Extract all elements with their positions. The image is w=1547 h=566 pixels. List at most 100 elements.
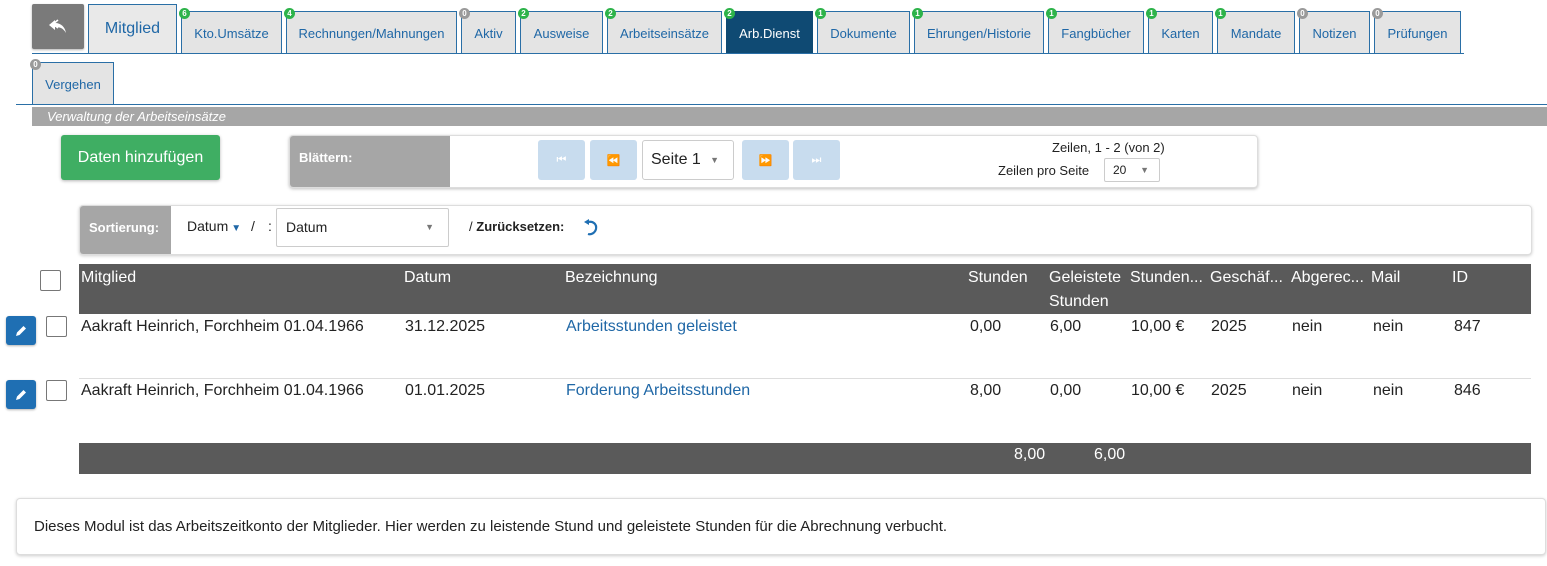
tab-badge: 0 xyxy=(1297,8,1308,19)
reset-icon[interactable] xyxy=(583,219,599,237)
sort-separator: / xyxy=(251,218,255,234)
sort-select[interactable]: Datum ▼ xyxy=(276,208,449,247)
sort-field[interactable]: Datum ▼ xyxy=(187,218,241,234)
chevron-down-icon: ▼ xyxy=(1140,165,1149,175)
tab-label: Vergehen xyxy=(45,76,101,92)
tab-mandate[interactable]: 1 Mandate xyxy=(1215,8,1295,54)
tab-label: Kto.Umsätze xyxy=(194,25,269,41)
tab-badge: 6 xyxy=(179,8,190,19)
tab-arb-dienst[interactable]: 2 Arb.Dienst xyxy=(724,8,813,54)
tab-badge: 2 xyxy=(605,8,616,19)
next-page-button[interactable]: ⏩ xyxy=(742,140,789,180)
tab-label: Aktiv xyxy=(474,25,503,41)
tab-ehrungen-historie[interactable]: 1 Ehrungen/Historie xyxy=(912,8,1044,54)
tab-karten[interactable]: 1 Karten xyxy=(1146,8,1213,54)
column-header-bezeichnung[interactable]: Bezeichnung xyxy=(565,266,658,290)
tab-badge: 1 xyxy=(815,8,826,19)
rows-count: Zeilen, 1 - 2 (von 2) xyxy=(1052,140,1165,155)
total-stunden: 8,00 xyxy=(1014,446,1046,463)
table-totals: 8,00 6,00 xyxy=(79,443,1531,474)
previous-page-button[interactable]: ⏪ xyxy=(590,140,637,180)
tab-pruefungen[interactable]: 0 Prüfungen xyxy=(1372,8,1461,54)
chevron-down-icon: ▼ xyxy=(710,155,719,165)
tab-badge: 2 xyxy=(518,8,529,19)
column-header-stundensatz[interactable]: Stunden... xyxy=(1130,266,1203,290)
cell-abgerechnet: nein xyxy=(1292,382,1323,399)
cell-id: 846 xyxy=(1454,382,1481,399)
column-header-mail[interactable]: Mail xyxy=(1371,266,1400,290)
sort-desc-icon: ▼ xyxy=(231,223,242,234)
tab-badge: 1 xyxy=(1146,8,1157,19)
edit-row-button[interactable] xyxy=(6,380,36,409)
column-header-line: Geleistete xyxy=(1049,269,1122,286)
cell-stunden: 8,00 xyxy=(970,382,1002,399)
pagination-bar: Blättern: ⏮ ⏪ Seite 1 ▼ ⏩ ⏭ Zeilen, 1 - … xyxy=(289,135,1258,188)
column-header-datum[interactable]: Datum xyxy=(404,266,451,290)
cell-abgerechnet: nein xyxy=(1292,318,1323,335)
tab-mitglied[interactable]: Mitglied xyxy=(88,4,177,53)
add-data-button[interactable]: Daten hinzufügen xyxy=(61,135,220,180)
rows-per-page-select[interactable]: 20 ▼ xyxy=(1104,158,1160,182)
rows-per-page-label: Zeilen pro Seite xyxy=(998,163,1090,178)
page-select[interactable]: Seite 1 ▼ xyxy=(642,140,734,180)
tab-dokumente[interactable]: 1 Dokumente xyxy=(815,8,910,54)
column-header-mitglied[interactable]: Mitglied xyxy=(81,266,136,290)
tab-label: Rechnungen/Mahnungen xyxy=(298,25,445,41)
tab-notizen[interactable]: 0 Notizen xyxy=(1297,8,1370,54)
tab-label: Fangbücher xyxy=(1061,25,1131,41)
reply-icon xyxy=(49,18,66,33)
reset-label: / Zurücksetzen: xyxy=(469,219,564,234)
tab-label: Mitglied xyxy=(104,20,161,37)
tab-rechnungen-mahnungen[interactable]: 4 Rechnungen/Mahnungen xyxy=(284,8,457,54)
fast-forward-icon: ⏩ xyxy=(758,154,773,167)
last-page-button[interactable]: ⏭ xyxy=(793,140,840,180)
tab-aktiv[interactable]: 0 Aktiv xyxy=(459,8,516,54)
column-header-id[interactable]: ID xyxy=(1452,266,1468,290)
back-button[interactable] xyxy=(32,4,84,49)
cell-geschaeftsjahr: 2025 xyxy=(1211,318,1247,335)
cell-mitglied: Aakraft Heinrich, Forchheim 01.04.1966 xyxy=(81,318,364,335)
cell-geleistete: 6,00 xyxy=(1050,318,1082,335)
rewind-icon: ⏪ xyxy=(606,154,621,167)
cell-mail: nein xyxy=(1373,318,1404,335)
cell-bezeichnung-link[interactable]: Forderung Arbeitsstunden xyxy=(566,382,750,400)
rows-per-page-value: 20 xyxy=(1113,163,1127,177)
row-checkbox[interactable] xyxy=(46,316,67,337)
column-header-geschaeftsjahr[interactable]: Geschäf... xyxy=(1210,266,1283,290)
sort-label: Sortierung: xyxy=(80,206,171,254)
column-header-abgerechnet[interactable]: Abgerec... xyxy=(1291,266,1364,290)
first-page-button[interactable]: ⏮ xyxy=(538,140,585,180)
tab-ausweise[interactable]: 2 Ausweise xyxy=(518,8,603,54)
pencil-icon xyxy=(16,325,26,336)
tab-label: Mandate xyxy=(1230,25,1282,41)
chevron-down-icon: ▼ xyxy=(425,222,434,232)
tab-badge: 1 xyxy=(1215,8,1226,19)
sort-bar: Sortierung: Datum ▼ / : Datum ▼ / Zurücks… xyxy=(79,205,1532,255)
tab-label: Ehrungen/Historie xyxy=(926,25,1032,41)
cell-bezeichnung-link[interactable]: Arbeitsstunden geleistet xyxy=(566,318,737,336)
table-row[interactable]: Aakraft Heinrich, Forchheim 01.04.1966 3… xyxy=(79,314,1531,378)
reset-text: Zurücksetzen: xyxy=(476,219,565,234)
select-all-checkbox[interactable] xyxy=(40,270,61,291)
column-header-geleistete[interactable]: Geleistete Stunden xyxy=(1049,266,1121,314)
tab-label: Dokumente xyxy=(830,25,897,41)
cell-stunden: 0,00 xyxy=(970,318,1002,335)
edit-row-button[interactable] xyxy=(6,316,36,345)
pagination-label: Blättern: xyxy=(290,136,450,187)
tab-label: Notizen xyxy=(1312,25,1357,41)
page-select-value: Seite 1 xyxy=(651,151,701,168)
tab-kto-umsaetze[interactable]: 6 Kto.Umsätze xyxy=(179,8,282,54)
tab-badge: 0 xyxy=(30,59,41,70)
tab-badge: 0 xyxy=(459,8,470,19)
cell-id: 847 xyxy=(1454,318,1481,335)
tab-vergehen[interactable]: 0 Vergehen xyxy=(30,59,114,105)
cell-geschaeftsjahr: 2025 xyxy=(1211,382,1247,399)
tab-arbeitseinsaetze[interactable]: 2 Arbeitseinsätze xyxy=(605,8,722,54)
column-header-stunden[interactable]: Stunden xyxy=(968,266,1028,290)
tab-fangbuecher[interactable]: 1 Fangbücher xyxy=(1046,8,1144,54)
row-checkbox[interactable] xyxy=(46,380,67,401)
tab-label: Ausweise xyxy=(533,25,590,41)
sort-field-label: Datum xyxy=(187,218,229,234)
sort-colon: : xyxy=(268,218,272,234)
table-row[interactable]: Aakraft Heinrich, Forchheim 01.04.1966 0… xyxy=(79,378,1531,442)
